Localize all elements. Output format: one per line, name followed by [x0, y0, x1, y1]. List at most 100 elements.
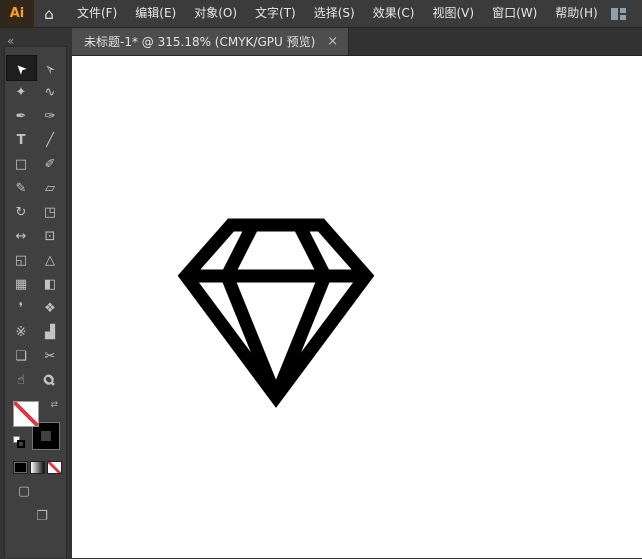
hand-icon: ☝ — [17, 374, 25, 387]
lasso-icon: ∿ — [45, 86, 56, 99]
tab-bar: 未标题-1* @ 315.18% (CMYK/GPU 预览) × — [72, 28, 642, 56]
scale-icon: ◳ — [44, 206, 56, 219]
menu-bar: Ai ⌂ 文件(F) 编辑(E) 对象(O) 文字(T) 选择(S) 效果(C)… — [0, 0, 642, 28]
slice-icon: ✂ — [45, 350, 56, 363]
drawing-modes-button[interactable]: ▢ — [14, 485, 34, 498]
swap-fill-stroke-icon[interactable]: ⇄ — [50, 400, 58, 410]
home-glyph: ⌂ — [44, 5, 54, 23]
menu-type[interactable]: 文字(T) — [246, 0, 305, 27]
tool-paintbrush[interactable]: ✐ — [36, 152, 65, 176]
menu-help[interactable]: 帮助(H) — [546, 0, 606, 27]
gradient-button[interactable] — [30, 461, 45, 474]
drawing-modes-icon: ▢ — [18, 484, 30, 499]
none-button[interactable] — [47, 461, 62, 474]
gradient-icon: ◧ — [44, 278, 56, 291]
tool-free-transform[interactable]: ⊡ — [36, 224, 65, 248]
tool-eyedropper[interactable]: ❜ — [7, 296, 36, 320]
tool-pencil[interactable]: ✎ — [7, 176, 36, 200]
tab-close-icon[interactable]: × — [327, 34, 338, 49]
shape-builder-icon: ◱ — [15, 254, 27, 267]
screen-mode-icon: ❐ — [36, 509, 48, 524]
paintbrush-icon: ✐ — [45, 158, 56, 171]
rotate-icon: ↻ — [16, 206, 27, 219]
tool-eraser[interactable]: ▱ — [36, 176, 65, 200]
eraser-icon: ▱ — [45, 182, 55, 195]
tool-rectangle[interactable]: □ — [7, 152, 36, 176]
tool-hand[interactable]: ☝ — [7, 368, 36, 392]
app-logo: Ai — [0, 0, 34, 27]
tool-slice[interactable]: ✂ — [36, 344, 65, 368]
document-tab[interactable]: 未标题-1* @ 315.18% (CMYK/GPU 预览) × — [72, 28, 349, 55]
main-area: « ➤ ➢ ✦ ∿ ✒ ✑ T ╱ □ ✐ ✎ ▱ ↻ ◳ — [0, 28, 642, 558]
direct-selection-icon: ➢ — [42, 60, 59, 77]
illustrator-window: Ai ⌂ 文件(F) 编辑(E) 对象(O) 文字(T) 选择(S) 效果(C)… — [0, 0, 642, 558]
mesh-icon: ▦ — [15, 278, 27, 291]
menu-select[interactable]: 选择(S) — [305, 0, 364, 27]
home-icon[interactable]: ⌂ — [34, 0, 64, 27]
type-icon: T — [17, 134, 26, 147]
perspective-grid-icon: △ — [45, 254, 55, 267]
document-area: 未标题-1* @ 315.18% (CMYK/GPU 预览) × — [72, 28, 642, 558]
tools-dock: « ➤ ➢ ✦ ∿ ✒ ✑ T ╱ □ ✐ ✎ ▱ ↻ ◳ — [0, 28, 72, 558]
menu-view[interactable]: 视图(V) — [423, 0, 483, 27]
menu-window[interactable]: 窗口(W) — [483, 0, 546, 27]
tool-mesh[interactable]: ▦ — [7, 272, 36, 296]
tool-zoom[interactable]: Ϙ — [36, 368, 65, 392]
toolbar: ➤ ➢ ✦ ∿ ✒ ✑ T ╱ □ ✐ ✎ ▱ ↻ ◳ ↔ ⊡ ◱ — [4, 46, 67, 558]
tool-width[interactable]: ↔ — [7, 224, 36, 248]
line-segment-icon: ╱ — [46, 134, 54, 147]
menu-effect[interactable]: 效果(C) — [364, 0, 424, 27]
selection-icon: ➤ — [13, 60, 30, 77]
canvas[interactable] — [72, 56, 642, 558]
fill-stroke-control: ⇄ — [13, 401, 59, 449]
rectangle-icon: □ — [15, 158, 27, 171]
tool-magic-wand[interactable]: ✦ — [7, 80, 36, 104]
panel-header: « — [0, 28, 72, 46]
blend-icon: ❖ — [44, 302, 56, 315]
screen-mode-button[interactable]: ❐ — [32, 510, 52, 523]
free-transform-icon: ⊡ — [45, 230, 56, 243]
menu-items: 文件(F) 编辑(E) 对象(O) 文字(T) 选择(S) 效果(C) 视图(V… — [64, 0, 607, 27]
tool-grid: ➤ ➢ ✦ ∿ ✒ ✑ T ╱ □ ✐ ✎ ▱ ↻ ◳ ↔ ⊡ ◱ — [5, 56, 66, 392]
tool-lasso[interactable]: ∿ — [36, 80, 65, 104]
tool-scale[interactable]: ◳ — [36, 200, 65, 224]
eyedropper-icon: ❜ — [19, 302, 23, 315]
workspace-icon-left — [611, 8, 618, 20]
workspace-icon-right — [620, 8, 626, 20]
pencil-icon: ✎ — [16, 182, 27, 195]
tool-blend[interactable]: ❖ — [36, 296, 65, 320]
diamond-artwork[interactable] — [176, 212, 376, 412]
artboard-icon: ❏ — [15, 350, 27, 363]
zoom-icon: Ϙ — [41, 371, 58, 388]
tool-direct-selection[interactable]: ➢ — [36, 56, 65, 80]
menu-file[interactable]: 文件(F) — [68, 0, 126, 27]
document-tab-title: 未标题-1* @ 315.18% (CMYK/GPU 预览) — [84, 33, 315, 50]
tool-artboard[interactable]: ❏ — [7, 344, 36, 368]
app-logo-text: Ai — [10, 6, 25, 21]
tool-line-segment[interactable]: ╱ — [36, 128, 65, 152]
tool-rotate[interactable]: ↻ — [7, 200, 36, 224]
column-graph-icon: ▟ — [45, 326, 55, 339]
menu-edit[interactable]: 编辑(E) — [126, 0, 185, 27]
tool-type[interactable]: T — [7, 128, 36, 152]
pen-icon: ✒ — [16, 110, 27, 123]
tool-gradient[interactable]: ◧ — [36, 272, 65, 296]
default-fill-stroke-icon[interactable] — [13, 436, 26, 449]
color-mode-buttons — [13, 461, 66, 474]
magic-wand-icon: ✦ — [16, 86, 27, 99]
symbol-sprayer-icon: ※ — [16, 326, 27, 339]
diamond-outline — [186, 225, 366, 397]
menu-object[interactable]: 对象(O) — [185, 0, 246, 27]
tool-perspective-grid[interactable]: △ — [36, 248, 65, 272]
fill-swatch-none[interactable] — [13, 401, 39, 427]
tool-column-graph[interactable]: ▟ — [36, 320, 65, 344]
tool-curvature[interactable]: ✑ — [36, 104, 65, 128]
tool-pen[interactable]: ✒ — [7, 104, 36, 128]
tool-selection[interactable]: ➤ — [7, 56, 36, 80]
diamond-facet-lines — [227, 225, 325, 397]
color-button[interactable] — [13, 461, 28, 474]
width-icon: ↔ — [16, 230, 27, 243]
workspace-switcher-icon[interactable] — [611, 0, 626, 27]
tool-shape-builder[interactable]: ◱ — [7, 248, 36, 272]
tool-symbol-sprayer[interactable]: ※ — [7, 320, 36, 344]
